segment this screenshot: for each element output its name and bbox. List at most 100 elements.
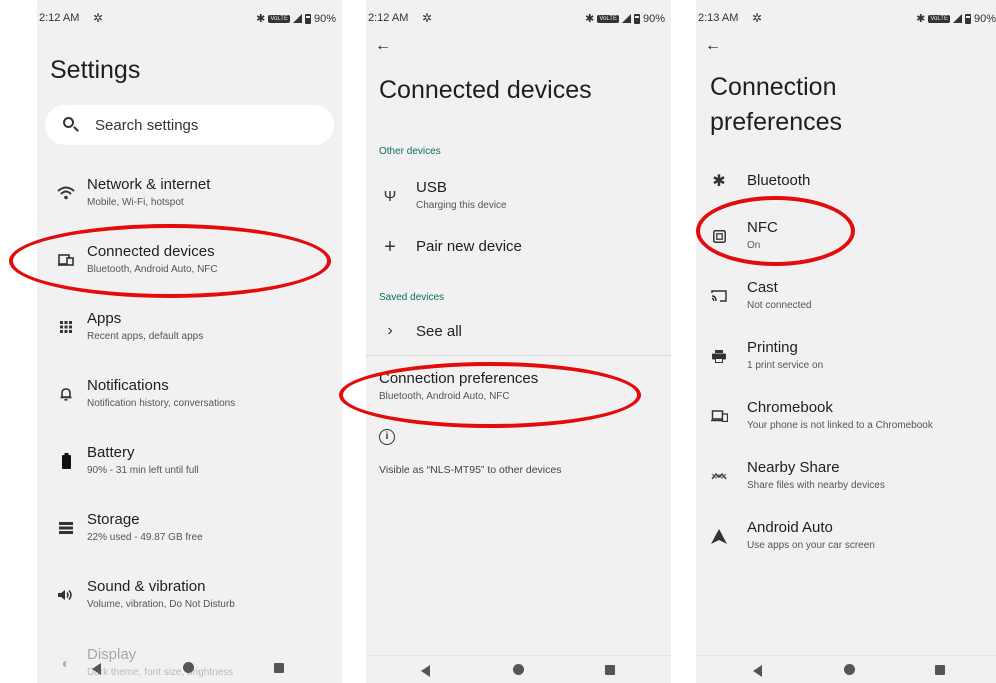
status-time: 2:12 AM — [39, 12, 80, 24]
back-nav-icon[interactable] — [753, 665, 762, 677]
status-bar: 2:12 AM ✲ ✱ VoLTE 90% — [37, 0, 342, 34]
pref-item-chromebook[interactable]: Chromebook Your phone is not linked to a… — [708, 399, 993, 439]
recents-nav-icon[interactable] — [605, 665, 615, 675]
volte-icon: VoLTE — [597, 14, 619, 23]
battery-percent: 90% — [642, 12, 665, 25]
navigation-bar — [366, 655, 671, 683]
home-nav-icon[interactable] — [844, 664, 855, 675]
item-title: Apps — [87, 310, 122, 327]
settings-item-battery[interactable]: Battery 90% - 31 min left until full — [55, 444, 335, 484]
item-subtitle: 22% used - 49.87 GB free — [87, 532, 203, 543]
bluetooth-icon: ✱ — [712, 173, 726, 190]
item-title: Chromebook — [747, 399, 833, 416]
section-header-other-devices: Other devices — [379, 146, 441, 157]
item-title: Pair new device — [416, 238, 522, 255]
recents-nav-icon[interactable] — [935, 665, 945, 675]
back-nav-icon[interactable] — [92, 663, 101, 675]
status-bar: 2:12 AM ✲ ✱ VoLTE 90% — [366, 0, 671, 34]
android-auto-icon — [708, 525, 730, 547]
navigation-bar — [696, 655, 996, 683]
settings-item-apps[interactable]: Apps Recent apps, default apps — [55, 310, 335, 350]
battery-status-icon — [633, 13, 640, 24]
bluetooth-status-icon: ✱ — [585, 13, 595, 25]
item-title: Nearby Share — [747, 459, 840, 476]
status-time: 2:13 AM — [698, 12, 739, 24]
wifi-icon — [55, 182, 77, 204]
settings-item-connected-devices[interactable]: Connected devices Bluetooth, Android Aut… — [55, 243, 335, 283]
gear-icon: ✲ — [422, 11, 433, 25]
item-title: Sound & vibration — [87, 578, 206, 595]
back-arrow-icon[interactable]: ← — [375, 37, 391, 55]
battery-status-icon — [304, 13, 311, 24]
pref-item-android-auto[interactable]: Android Auto Use apps on your car screen — [708, 519, 993, 559]
connection-preferences-item[interactable]: Connection preferences Bluetooth, Androi… — [379, 370, 664, 410]
item-title: Bluetooth — [747, 172, 811, 189]
item-subtitle: On — [747, 240, 761, 251]
nearby-share-icon — [708, 465, 730, 487]
back-nav-icon[interactable] — [421, 665, 430, 677]
page-title: Connected devices — [379, 76, 592, 104]
plus-icon: + — [384, 235, 396, 258]
visible-as-text: Visible as “NLS-MT95” to other devices — [379, 464, 562, 476]
page-title: Settings — [50, 56, 141, 84]
item-title: Connection preferences — [379, 370, 539, 387]
item-subtitle: Recent apps, default apps — [87, 331, 204, 342]
item-title: Cast — [747, 279, 778, 296]
item-title: USB — [416, 179, 447, 196]
battery-percent: 90% — [313, 12, 336, 25]
search-bar[interactable]: Search settings — [45, 105, 334, 145]
settings-item-storage[interactable]: Storage 22% used - 49.87 GB free — [55, 511, 335, 551]
connected-devices-screen: 2:12 AM ✲ ✱ VoLTE 90% ← Connected device… — [366, 0, 671, 683]
home-nav-icon[interactable] — [183, 662, 194, 673]
status-indicators: ✱ VoLTE 90% — [585, 12, 665, 26]
item-title: Connected devices — [87, 243, 215, 260]
recents-nav-icon[interactable] — [274, 663, 284, 673]
status-indicators: ✱ VoLTE 90% — [916, 12, 996, 26]
item-title: Battery — [87, 444, 135, 461]
item-title: See all — [416, 323, 462, 340]
item-subtitle: 90% - 31 min left until full — [87, 465, 199, 476]
pref-item-bluetooth[interactable]: ✱ Bluetooth — [708, 172, 993, 212]
item-title: Printing — [747, 339, 798, 356]
item-title: Network & internet — [87, 176, 211, 193]
see-all-item[interactable]: › See all — [379, 322, 664, 363]
gear-icon: ✲ — [752, 11, 763, 25]
page-title-line-1: Connection — [710, 73, 837, 101]
home-nav-icon[interactable] — [513, 664, 524, 675]
pref-item-nfc[interactable]: NFC On — [708, 219, 993, 259]
battery-status-icon — [964, 13, 971, 24]
item-subtitle: Volume, vibration, Do Not Disturb — [87, 599, 235, 610]
apps-grid-icon — [55, 316, 77, 338]
bluetooth-status-icon: ✱ — [256, 13, 266, 25]
item-subtitle: Mobile, Wi-Fi, hotspot — [87, 197, 184, 208]
usb-icon: Ψ — [383, 187, 397, 205]
pref-item-nearby-share[interactable]: Nearby Share Share files with nearby dev… — [708, 459, 993, 499]
item-subtitle: Bluetooth, Android Auto, NFC — [87, 264, 218, 275]
settings-item-network[interactable]: Network & internet Mobile, Wi-Fi, hotspo… — [55, 176, 335, 216]
bell-icon — [55, 383, 77, 405]
settings-screen: 2:12 AM ✲ ✱ VoLTE 90% Settings Search se… — [37, 0, 342, 683]
connected-devices-icon — [55, 249, 77, 271]
pref-item-cast[interactable]: Cast Not connected — [708, 279, 993, 319]
chromebook-icon — [708, 405, 730, 427]
item-subtitle: Use apps on your car screen — [747, 540, 875, 551]
settings-item-sound[interactable]: Sound & vibration Volume, vibration, Do … — [55, 578, 335, 618]
battery-percent: 90% — [973, 12, 996, 25]
printer-icon — [708, 345, 730, 367]
settings-item-notifications[interactable]: Notifications Notification history, conv… — [55, 377, 335, 417]
item-subtitle: Bluetooth, Android Auto, NFC — [379, 391, 510, 402]
gear-icon: ✲ — [93, 11, 104, 25]
pref-item-printing[interactable]: Printing 1 print service on — [708, 339, 993, 379]
battery-icon — [55, 450, 77, 472]
item-subtitle: Share files with nearby devices — [747, 480, 885, 491]
divider — [366, 355, 671, 356]
item-title: NFC — [747, 219, 778, 236]
item-subtitle: Notification history, conversations — [87, 398, 236, 409]
pair-new-device-button[interactable]: + Pair new device — [379, 235, 664, 278]
usb-item[interactable]: Ψ USB Charging this device — [379, 179, 664, 219]
back-arrow-icon[interactable]: ← — [705, 37, 721, 55]
item-subtitle: Your phone is not linked to a Chromebook — [747, 420, 933, 431]
nfc-icon — [708, 225, 730, 247]
cast-icon — [708, 285, 730, 307]
volte-icon: VoLTE — [268, 14, 290, 23]
